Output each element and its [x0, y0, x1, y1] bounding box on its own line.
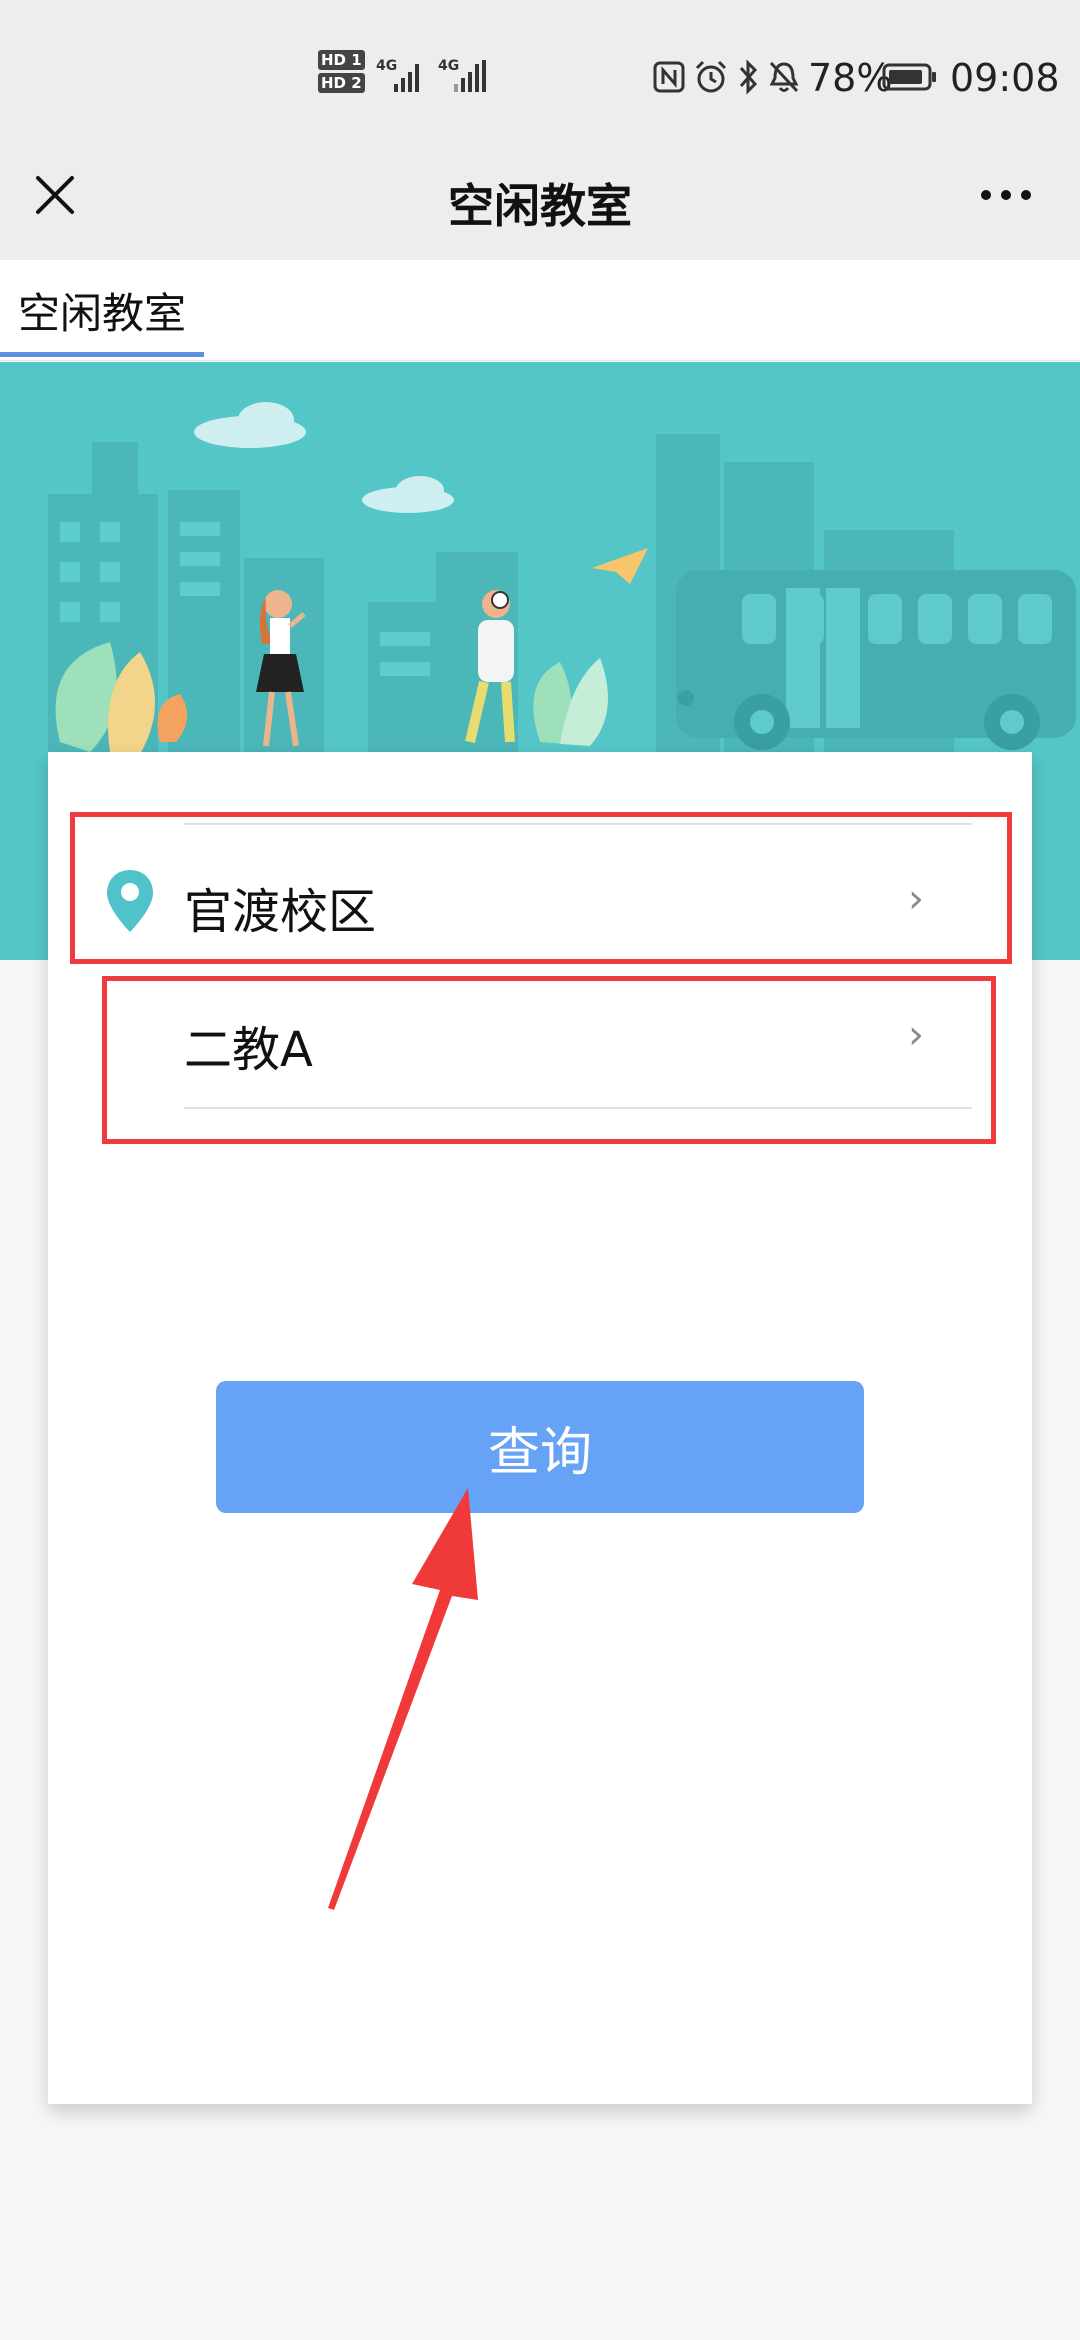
- campus-label: 官渡校区: [184, 884, 377, 940]
- tab-free-classroom[interactable]: 空闲教室: [18, 280, 186, 341]
- paper-plane: [592, 548, 648, 584]
- hd1-badge: HD 1: [318, 50, 365, 70]
- chevron-right-icon: ›: [908, 1012, 924, 1058]
- tab-active-indicator: [0, 352, 204, 357]
- clock: 09:08: [950, 56, 1060, 100]
- hd2-badge: HD 2: [318, 73, 365, 93]
- building-label: 二教A: [184, 1022, 313, 1078]
- bottom-divider: [184, 1107, 972, 1109]
- signal-icon-1: [394, 64, 419, 92]
- bus: [676, 570, 1076, 750]
- more-icon[interactable]: [976, 180, 1036, 210]
- mute-icon: [769, 61, 799, 93]
- sim-badges: HD 1 HD 2: [318, 50, 365, 93]
- nfc-icon: [653, 61, 685, 93]
- chevron-right-icon: ›: [908, 876, 924, 922]
- battery-icon: [882, 63, 936, 91]
- plants: [55, 642, 608, 754]
- bluetooth-icon: [739, 59, 758, 95]
- location-pin-icon: [107, 870, 153, 932]
- page-title: 空闲教室: [448, 179, 632, 233]
- battery-percent: 78%: [808, 56, 893, 100]
- alarm-icon: [695, 60, 727, 93]
- query-button[interactable]: 查询: [216, 1381, 864, 1513]
- signal-icon-2: [454, 60, 486, 92]
